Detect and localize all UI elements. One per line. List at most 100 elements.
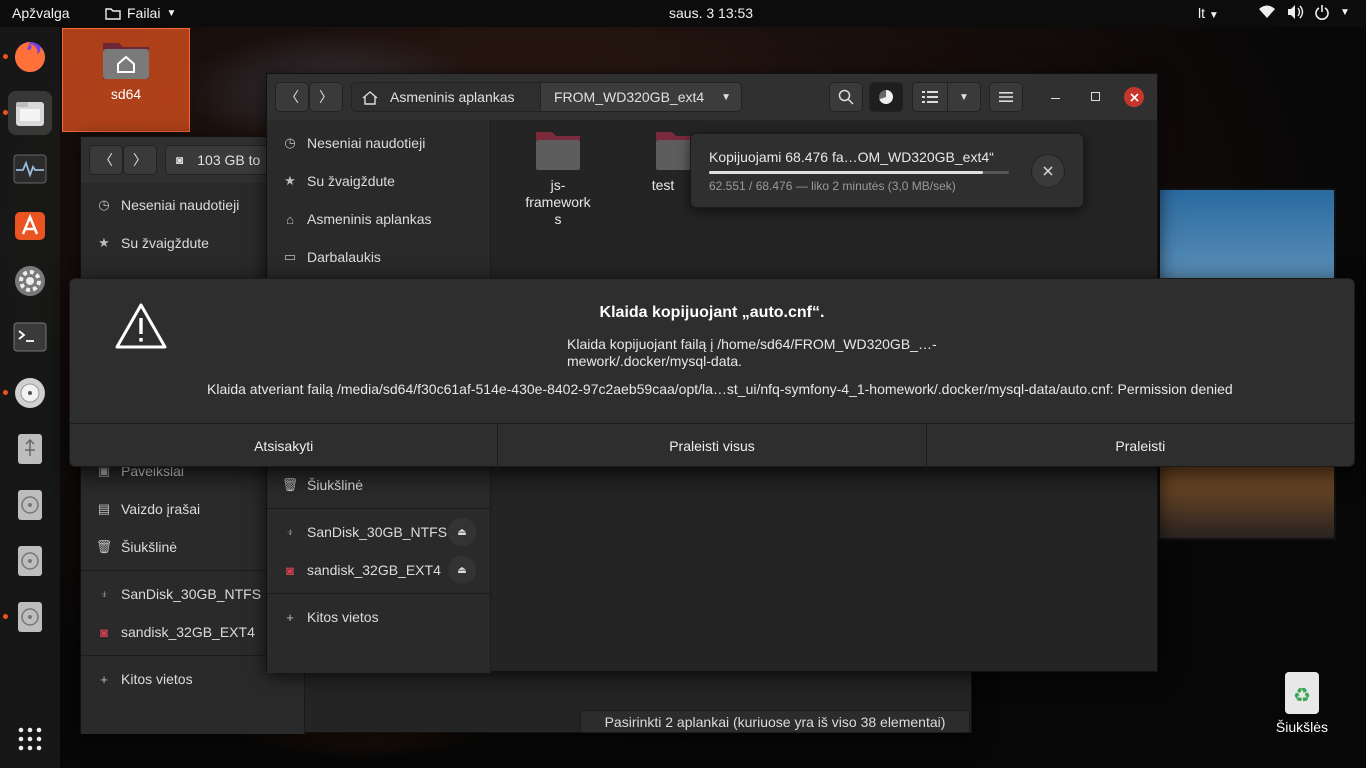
system-tray[interactable]: ▼: [1258, 4, 1350, 20]
usb-drive-icon[interactable]: [8, 427, 52, 471]
operation-progress-bar: [709, 171, 1009, 174]
home-icon: ⌂: [286, 211, 294, 227]
breadcrumb-current[interactable]: FROM_WD320GB_ext4 ▼: [540, 82, 742, 112]
file-operation-popover: Kopijuojami 68.476 fa…OM_WD320GB_ext4“ 6…: [690, 133, 1084, 208]
minimize-button[interactable]: [1047, 88, 1063, 104]
dock: [0, 27, 60, 768]
sidebar-item-label: Neseniai naudotieji: [121, 197, 240, 213]
sidebar-item-label: Darbalaukis: [307, 249, 381, 265]
sidebar-item-label: Kitos vietos: [121, 671, 193, 687]
dialog-button-row: Atsisakyti Praleisti visus Praleisti: [70, 423, 1354, 468]
top-bar: Apžvalga Failai ▼ saus. 3 13:53 lt ▼ ▼: [0, 0, 1366, 27]
sidebar-item-label: SanDisk_30GB_NTFS: [121, 586, 262, 602]
cancel-button[interactable]: Atsisakyti: [70, 424, 499, 468]
back-location-label: 103 GB to: [197, 152, 261, 168]
breadcrumb-home-label: Asmeninis aplankas: [390, 89, 515, 105]
sidebar-item-desktop[interactable]: ▭ Darbalaukis: [267, 239, 490, 275]
chevron-right-icon: 〉: [319, 89, 333, 105]
cancel-operation-button[interactable]: [1031, 154, 1065, 188]
sidebar-item-label: Kitos vietos: [307, 609, 379, 625]
sidebar-item-label: Šiukšlinė: [121, 539, 178, 555]
desktop-trash[interactable]: ♻ Šiukšlės: [1270, 670, 1334, 735]
list-view-button[interactable]: [912, 82, 948, 112]
sidebar-item-label: Asmeninis aplankas: [307, 211, 432, 227]
sidebar-item-recent[interactable]: ◷ Neseniai naudotieji: [267, 125, 490, 161]
breadcrumb-current-label: FROM_WD320GB_ext4: [554, 89, 705, 105]
software-center-icon[interactable]: [8, 203, 52, 247]
dialog-message: Klaida kopijuojant failą į /home/sd64/FR…: [567, 336, 937, 369]
system-monitor-icon[interactable]: [8, 147, 52, 191]
terminal-icon[interactable]: [8, 315, 52, 359]
operation-title: Kopijuojami 68.476 fa…OM_WD320GB_ext4“: [709, 149, 994, 165]
sidebar-item-label: sandisk_32GB_EXT4: [307, 562, 441, 578]
list-view-icon: [922, 91, 938, 103]
sidebar-item-label: Su žvaigždute: [121, 235, 209, 251]
keyboard-layout[interactable]: lt ▼: [1198, 5, 1219, 21]
operations-button[interactable]: [869, 82, 903, 112]
wifi-icon: [1259, 5, 1275, 18]
forward-button[interactable]: 〉: [123, 145, 157, 175]
sidebar-item-sandisk-ext4[interactable]: ◙ sandisk_32GB_EXT4 ⏏: [267, 552, 490, 588]
drive-icon: ◙: [100, 624, 108, 640]
back-button[interactable]: 〈: [89, 145, 123, 175]
folder-icon: [536, 132, 580, 170]
desktop-home-folder[interactable]: sd64: [62, 28, 190, 132]
eject-button[interactable]: ⏏: [448, 518, 476, 546]
firefox-icon[interactable]: [8, 35, 52, 79]
chevron-left-icon: 〈: [99, 152, 113, 168]
view-options-button[interactable]: ▼: [947, 82, 981, 112]
dialog-detail: Klaida atveriant failą /media/sd64/f30c6…: [207, 381, 1233, 397]
dialog-title: Klaida kopijuojant „auto.cnf“.: [599, 304, 825, 321]
desktop-trash-label: Šiukšlės: [1275, 719, 1329, 735]
maximize-button[interactable]: [1087, 88, 1103, 104]
folder-icon: [105, 7, 121, 20]
chevron-down-icon: ▼: [959, 91, 969, 103]
desktop-home-label: sd64: [110, 86, 142, 102]
trash-icon: ♻: [1285, 672, 1319, 714]
usb-icon: ⍖: [286, 524, 294, 539]
activities-button[interactable]: Apžvalga: [12, 5, 70, 21]
clock[interactable]: saus. 3 13:53: [669, 5, 753, 21]
desktop-icon: ▭: [283, 249, 297, 264]
sidebar-item-label: SanDisk_30GB_NTFS: [307, 524, 448, 540]
sidebar-item-other-locations[interactable]: + Kitos vietos: [267, 599, 490, 635]
star-icon: ★: [284, 173, 296, 188]
forward-button[interactable]: 〉: [309, 82, 343, 112]
sidebar-item-trash[interactable]: 🗑 Šiukšlinė: [267, 467, 490, 503]
sidebar-item-starred[interactable]: ★ Su žvaigždute: [267, 163, 490, 199]
close-button[interactable]: [1124, 87, 1144, 107]
sidebar-item-label: Neseniai naudotieji: [307, 135, 426, 151]
settings-icon[interactable]: [8, 259, 52, 303]
chevron-down-icon: ▼: [1340, 7, 1350, 18]
main-menu-button[interactable]: [989, 82, 1023, 112]
eject-icon: ⏏: [457, 564, 467, 576]
close-icon: [1043, 166, 1053, 176]
search-button[interactable]: [829, 82, 863, 112]
disk-icon[interactable]: [8, 483, 52, 527]
video-icon: ▤: [97, 501, 111, 516]
back-button[interactable]: 〈: [275, 82, 309, 112]
eject-button[interactable]: ⏏: [448, 556, 476, 584]
disk-utility-icon[interactable]: [8, 371, 52, 415]
sidebar-item-label: sandisk_32GB_EXT4: [121, 624, 255, 640]
skip-all-button[interactable]: Praleisti visus: [498, 424, 927, 468]
app-menu[interactable]: Failai ▼: [105, 5, 176, 21]
skip-button[interactable]: Praleisti: [927, 424, 1354, 468]
chevron-down-icon: ▼: [166, 7, 177, 19]
operation-progress-fill: [709, 171, 983, 174]
app-grid-icon[interactable]: [8, 717, 52, 761]
drive-icon: ◙: [176, 153, 184, 167]
clock-icon: ◷: [284, 135, 296, 150]
trash-icon: 🗑: [95, 539, 113, 554]
sidebar-item-sandisk-ntfs[interactable]: ⍖ SanDisk_30GB_NTFS ⏏: [267, 514, 490, 550]
sidebar-item-home[interactable]: ⌂ Asmeninis aplankas: [267, 201, 490, 237]
eject-icon: ⏏: [457, 526, 467, 538]
file-item-folder[interactable]: js- framework s: [513, 130, 603, 228]
files-icon[interactable]: [8, 91, 52, 135]
home-folder-icon: [103, 43, 149, 79]
pie-progress-icon: [879, 89, 894, 104]
disk-icon[interactable]: [8, 595, 52, 639]
disk-icon[interactable]: [8, 539, 52, 583]
plus-icon: +: [286, 609, 294, 625]
breadcrumb-home[interactable]: Asmeninis aplankas: [351, 82, 541, 112]
